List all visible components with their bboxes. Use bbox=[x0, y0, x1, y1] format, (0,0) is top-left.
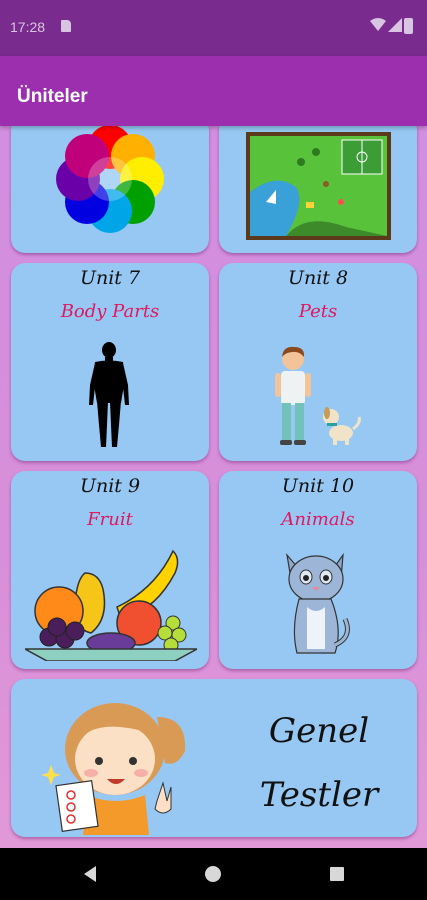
unit-number: Unit 7 bbox=[79, 267, 141, 289]
home-icon[interactable] bbox=[204, 865, 222, 883]
battery-icon bbox=[404, 18, 413, 34]
back-icon[interactable] bbox=[82, 865, 98, 883]
general-tests-line1: Genel bbox=[268, 711, 370, 751]
unit-number: Unit 9 bbox=[79, 475, 141, 497]
fruit-bowl-icon bbox=[25, 549, 197, 661]
units-grid: Unit 7 Body Parts Unit 8 Pets Unit 9 Fru… bbox=[0, 126, 427, 848]
map-picture-icon bbox=[246, 132, 391, 240]
unit-topic: Pets bbox=[298, 301, 338, 322]
color-flower-icon bbox=[56, 126, 164, 233]
unit-card-7[interactable]: Unit 7 Body Parts bbox=[11, 263, 209, 461]
signal-icon bbox=[388, 18, 402, 32]
general-tests-line2: Testler bbox=[259, 775, 379, 815]
human-silhouette-icon bbox=[89, 342, 129, 447]
page-title: Üniteler bbox=[17, 86, 88, 107]
status-time: 17:28 bbox=[10, 19, 46, 35]
unit-card-8[interactable]: Unit 8 Pets bbox=[219, 263, 417, 461]
general-tests-card[interactable]: Genel Testler bbox=[11, 679, 417, 837]
general-tests-label: Genel Testler bbox=[221, 699, 417, 827]
status-bar: 17:28 bbox=[0, 0, 427, 56]
unit-topic: Body Parts bbox=[60, 301, 160, 322]
unit-card-10[interactable]: Unit 10 Animals bbox=[219, 471, 417, 669]
unit-card-9[interactable]: Unit 9 Fruit bbox=[11, 471, 209, 669]
cat-icon bbox=[286, 552, 350, 654]
sim-card-icon bbox=[61, 20, 71, 32]
girl-with-test-paper-icon bbox=[41, 703, 186, 835]
unit-card-colors[interactable] bbox=[11, 126, 209, 253]
unit-number: Unit 10 bbox=[281, 475, 355, 497]
unit-topic: Animals bbox=[281, 509, 355, 530]
navigation-bar bbox=[0, 848, 427, 900]
unit-topic: Fruit bbox=[87, 509, 133, 530]
wifi-icon bbox=[370, 18, 386, 31]
recents-icon[interactable] bbox=[329, 866, 345, 882]
unit-number: Unit 8 bbox=[287, 267, 349, 289]
app-bar: Üniteler bbox=[0, 56, 427, 126]
boy-with-dog-icon bbox=[275, 346, 361, 445]
unit-card-map[interactable] bbox=[219, 126, 417, 253]
